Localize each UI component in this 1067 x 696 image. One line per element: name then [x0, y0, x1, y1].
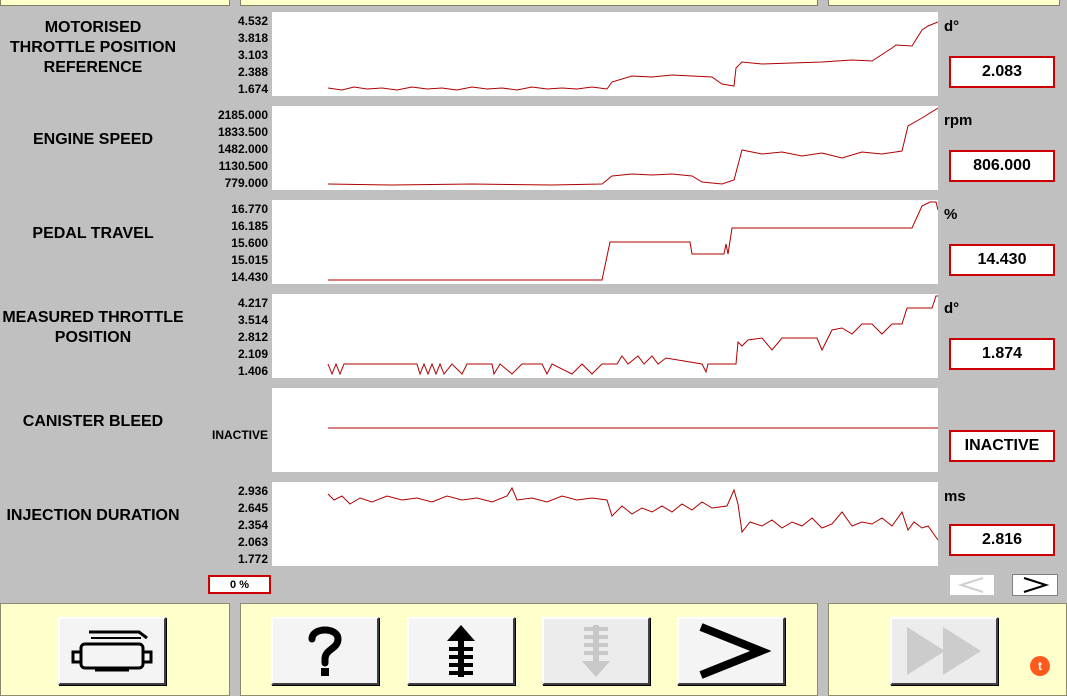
y-axis-ticks: 2185.000 1833.500 1482.000 1130.500 779.… — [186, 108, 268, 192]
tick-label: 4.532 — [237, 14, 268, 28]
top-panel-right — [828, 0, 1060, 6]
param-label: MEASURED THROTTLE POSITION — [2, 309, 184, 346]
trace-line — [328, 201, 938, 281]
tick-label: 1.772 — [237, 552, 268, 566]
trace-line — [327, 486, 938, 541]
chevron-right-icon — [699, 623, 771, 679]
tick-label: 1.406 — [237, 364, 268, 378]
fast-forward-button[interactable] — [890, 617, 998, 685]
y-axis-ticks: 2.936 2.645 2.354 2.063 1.772 — [186, 484, 268, 568]
scroll-left-button[interactable] — [949, 574, 995, 596]
param-row-canister-bleed: CANISTER BLEED INACTIVE INACTIVE — [0, 386, 1067, 476]
trace-plot — [272, 200, 938, 284]
tick-label: 2.936 — [237, 484, 268, 498]
trace-line — [327, 21, 938, 91]
tick-label: 1130.500 — [218, 159, 268, 173]
current-value: 14.430 — [949, 244, 1055, 276]
arrow-down-icon — [582, 625, 610, 677]
unit-label: ms — [944, 488, 966, 505]
scroll-down-button[interactable] — [542, 617, 650, 685]
current-value: 2.816 — [949, 524, 1055, 556]
current-value: 1.874 — [949, 338, 1055, 370]
tick-label: 4.217 — [237, 296, 268, 310]
chevron-left-icon — [957, 577, 984, 593]
param-row-pedal-travel: PEDAL TRAVEL 16.770 16.185 15.600 15.015… — [0, 198, 1067, 288]
param-label: ENGINE SPEED — [32, 131, 154, 148]
unit-label: rpm — [944, 112, 973, 129]
tick-label: 2.645 — [237, 501, 268, 515]
tick-label: 3.103 — [237, 48, 268, 62]
current-value: 806.000 — [949, 150, 1055, 182]
tick-label: 2.354 — [237, 518, 268, 532]
param-label: CANISTER BLEED — [22, 413, 164, 430]
tick-label: 2.812 — [237, 330, 268, 344]
y-axis-ticks: 16.770 16.185 15.600 15.015 14.430 — [186, 202, 268, 286]
trace-line — [327, 107, 938, 186]
tick-label: 2185.000 — [217, 108, 268, 122]
unit-label: d° — [944, 18, 960, 35]
help-button[interactable] — [271, 617, 379, 685]
scroll-right-button[interactable] — [1012, 574, 1058, 596]
top-panel-left — [0, 0, 230, 6]
tick-label: 15.600 — [231, 236, 268, 250]
tick-label: 779.000 — [224, 176, 268, 190]
next-button[interactable] — [677, 617, 785, 685]
tick-label: 3.514 — [237, 313, 268, 327]
param-row-measured-throttle: MEASURED THROTTLE POSITION 4.217 3.514 2… — [0, 292, 1067, 382]
y-axis-ticks: 4.532 3.818 3.103 2.388 1.674 — [186, 14, 268, 98]
param-label: PEDAL TRAVEL — [32, 225, 154, 242]
fast-forward-icon — [907, 627, 981, 675]
tick-label: 1.674 — [237, 82, 268, 96]
tick-label: 1482.000 — [217, 142, 268, 156]
tick-label: 15.015 — [231, 253, 268, 267]
unit-label: d° — [944, 300, 960, 317]
tick-label: 3.818 — [237, 31, 268, 45]
top-panel-center — [240, 0, 818, 6]
tick-label: 2.109 — [237, 347, 268, 361]
trace-plot — [272, 12, 938, 96]
trace-line — [328, 427, 938, 429]
arrow-up-icon — [447, 625, 475, 677]
question-mark-icon — [308, 626, 342, 676]
trace-plot — [272, 294, 938, 378]
param-row-injection-duration: INJECTION DURATION 2.936 2.645 2.354 2.0… — [0, 480, 1067, 570]
unit-label: % — [944, 206, 958, 223]
y-axis-ticks: INACTIVE — [186, 390, 268, 474]
tick-label: 16.770 — [231, 202, 268, 216]
chevron-right-icon — [1023, 577, 1050, 593]
tick-label: 1833.500 — [217, 125, 268, 139]
param-row-engine-speed: ENGINE SPEED 2185.000 1833.500 1482.000 … — [0, 104, 1067, 194]
tick-label: 16.185 — [231, 219, 268, 233]
trace-plot — [272, 106, 938, 190]
y-axis-ticks: 4.217 3.514 2.812 2.109 1.406 — [186, 296, 268, 380]
printer-icon — [71, 630, 153, 672]
tick-label: 2.063 — [237, 535, 268, 549]
param-label: INJECTION DURATION — [6, 507, 180, 524]
print-button[interactable] — [58, 617, 166, 685]
tick-label: INACTIVE — [211, 428, 268, 442]
tick-label: 2.388 — [237, 65, 268, 79]
current-value: 2.083 — [949, 56, 1055, 88]
trace-plot — [272, 388, 938, 472]
param-row-throttle-reference: MOTORISED THROTTLE POSITION REFERENCE 4.… — [0, 10, 1067, 100]
tick-label: 14.430 — [231, 270, 268, 284]
param-label: MOTORISED THROTTLE POSITION REFERENCE — [9, 19, 177, 76]
trace-plot — [272, 482, 938, 566]
progress-indicator: 0 % — [208, 575, 271, 594]
scroll-up-button[interactable] — [407, 617, 515, 685]
trace-line — [327, 295, 938, 376]
status-badge[interactable]: t — [1030, 656, 1050, 676]
current-value: INACTIVE — [949, 430, 1055, 462]
